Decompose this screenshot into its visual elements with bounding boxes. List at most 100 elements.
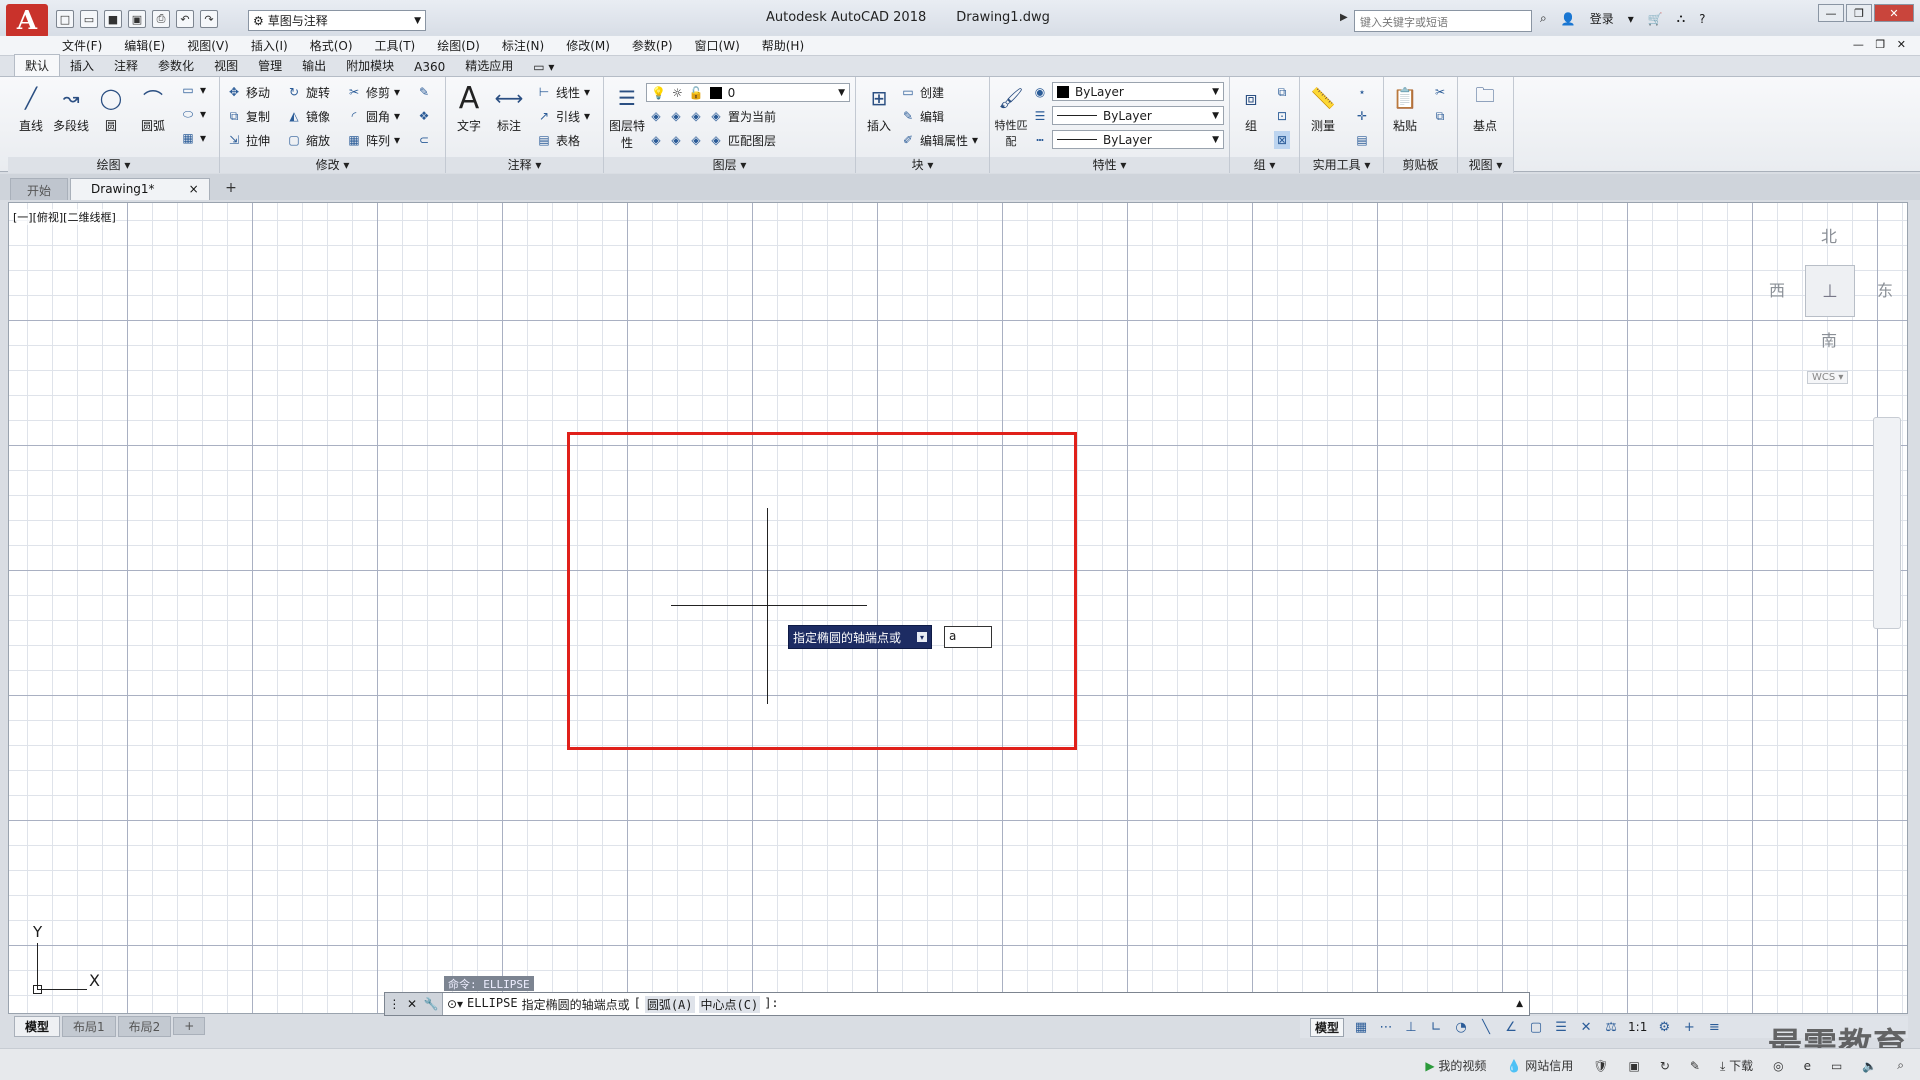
- grip-icon[interactable]: ⋮: [388, 997, 400, 1011]
- menu-window[interactable]: 窗口(W): [695, 37, 740, 54]
- tab-insert[interactable]: 插入: [60, 55, 104, 76]
- rectangle-tool[interactable]: ▭ ▾: [180, 81, 206, 99]
- leader-tool[interactable]: ↗ 引线 ▾: [536, 107, 590, 125]
- undo-icon[interactable]: ↶: [176, 10, 194, 28]
- text-button[interactable]: A 文字: [450, 81, 488, 134]
- group-select-tool[interactable]: ⊠: [1274, 131, 1290, 149]
- option-arc[interactable]: 圆弧(A): [644, 995, 695, 1013]
- match-properties-button[interactable]: 🖌 特性匹配: [992, 81, 1030, 149]
- ortho-icon[interactable]: ∟: [1428, 1019, 1444, 1035]
- panel-utilities-title[interactable]: 实用工具 ▾: [1300, 157, 1383, 173]
- stretch-tool[interactable]: ⇲ 拉伸: [226, 131, 270, 149]
- panel-annotation-title[interactable]: 注释 ▾: [446, 157, 603, 173]
- document-window-controls[interactable]: — ❐ ✕: [1853, 38, 1910, 51]
- color-dropdown[interactable]: ByLayer ▼: [1052, 82, 1224, 101]
- copy-tool[interactable]: ⧉ 复制: [226, 107, 270, 125]
- base-view-button[interactable]: 🗀 基点: [1466, 81, 1504, 134]
- window-icon[interactable]: ▭: [1831, 1059, 1842, 1073]
- a360-icon[interactable]: ⛬: [1677, 11, 1685, 26]
- layer-tools-row-2[interactable]: ◈ ◈ ◈ ◈ 匹配图层: [648, 131, 776, 149]
- command-line[interactable]: ⋮ ✕ 🔧 ⊙▾ ELLIPSE 指定椭圆的轴端点或 [ 圆弧(A) 中心点(C…: [384, 992, 1530, 1016]
- tools-icon[interactable]: ✎: [1690, 1059, 1700, 1073]
- panel-block-title[interactable]: 块 ▾: [856, 157, 989, 173]
- measure-button[interactable]: 📏 测量: [1304, 81, 1342, 134]
- explode-tool[interactable]: ❖: [416, 107, 432, 125]
- tab-default[interactable]: 默认: [14, 54, 61, 76]
- minimize-button[interactable]: —: [1818, 4, 1844, 22]
- tab-output[interactable]: 输出: [292, 55, 336, 76]
- expand-arrow-icon[interactable]: ▶: [1340, 12, 1348, 23]
- cart-icon[interactable]: 🛒: [1648, 12, 1663, 26]
- lineweight-display-icon[interactable]: ☰: [1553, 1019, 1569, 1035]
- layer-dropdown[interactable]: 💡 ☼ 🔓 0 ▼: [646, 83, 850, 102]
- trim-tool[interactable]: ✂ 修剪 ▾: [346, 83, 400, 101]
- binoculars-icon[interactable]: ⌕: [1540, 11, 1547, 26]
- menu-parametric[interactable]: 参数(P): [632, 37, 673, 54]
- menu-dimension[interactable]: 标注(N): [502, 37, 544, 54]
- model-space-toggle[interactable]: 模型: [1310, 1017, 1345, 1037]
- panel-view-title[interactable]: 视图 ▾: [1458, 157, 1513, 173]
- navigation-bar[interactable]: [1873, 417, 1901, 629]
- new-tab-button[interactable]: +: [220, 178, 242, 198]
- scale-tool[interactable]: ▢ 缩放: [286, 131, 330, 149]
- set-current-label[interactable]: 置为当前: [728, 108, 776, 125]
- download-link[interactable]: ⤓ 下载: [1720, 1057, 1753, 1074]
- snap-icon[interactable]: ⋯: [1378, 1019, 1394, 1035]
- tab-model[interactable]: 模型: [14, 1015, 61, 1037]
- chevron-up-icon[interactable]: ▲: [1516, 999, 1523, 1009]
- options-arrow-icon[interactable]: ▾: [917, 632, 928, 642]
- panel-layers-title[interactable]: 图层 ▾: [604, 157, 855, 173]
- menu-format[interactable]: 格式(O): [310, 37, 353, 54]
- cut-tool[interactable]: ✂: [1432, 83, 1448, 101]
- close-icon[interactable]: ✕: [407, 997, 417, 1011]
- arc-button[interactable]: ⌒ 圆弧: [134, 81, 172, 134]
- hatch-tool[interactable]: ▦ ▾: [180, 129, 206, 147]
- wcs-menu[interactable]: WCS ▾: [1807, 371, 1849, 384]
- grid-icon[interactable]: ▦: [1353, 1019, 1369, 1035]
- workspace-select[interactable]: ⚙ 草图与注释 ▼: [248, 10, 426, 31]
- object-snap-icon[interactable]: ▢: [1528, 1019, 1544, 1035]
- tab-layout1[interactable]: 布局1: [62, 1015, 116, 1037]
- lineweight-icon[interactable]: ☰: [1032, 107, 1048, 125]
- isometric-icon[interactable]: ╲: [1478, 1019, 1494, 1035]
- match-layer-label[interactable]: 匹配图层: [728, 132, 776, 149]
- annotation-scale-value[interactable]: 1:1: [1628, 1020, 1647, 1034]
- customize-menu-icon[interactable]: ≡: [1706, 1019, 1722, 1035]
- tab-start[interactable]: 开始: [10, 178, 69, 200]
- linetype-dropdown[interactable]: ByLayer ▼: [1052, 130, 1224, 149]
- video-link[interactable]: ▶ 我的视频: [1425, 1057, 1486, 1074]
- viewcube[interactable]: 北 西 东 南 ⊥ WCS ▾: [1749, 215, 1899, 384]
- copy-clip-tool[interactable]: ⧉: [1432, 107, 1448, 125]
- menu-file[interactable]: 文件(F): [62, 37, 102, 54]
- tab-layout2[interactable]: 布局2: [117, 1015, 172, 1037]
- menu-draw[interactable]: 绘图(D): [437, 37, 480, 54]
- menu-tools[interactable]: 工具(T): [375, 37, 416, 54]
- tab-featured-apps[interactable]: 精选应用: [455, 55, 523, 76]
- viewcube-west[interactable]: 西: [1769, 277, 1785, 301]
- layer-tools-row[interactable]: ◈ ◈ ◈ ◈ 置为当前: [648, 107, 776, 125]
- panel-groups-title[interactable]: 组 ▾: [1230, 157, 1299, 173]
- gear-icon[interactable]: ⚙: [1656, 1019, 1672, 1035]
- id-point-tool[interactable]: ✛: [1354, 107, 1370, 125]
- edit-block-tool[interactable]: ✎ 编辑: [900, 107, 944, 125]
- line-button[interactable]: ╱ 直线: [12, 81, 50, 134]
- maximize-button[interactable]: ❐: [1846, 4, 1872, 22]
- dynamic-input-icon[interactable]: ⊥: [1403, 1019, 1419, 1035]
- panel-draw-title[interactable]: 绘图 ▾: [8, 157, 219, 173]
- quick-select-tool[interactable]: ⋆: [1354, 83, 1370, 101]
- object-snap-tracking-icon[interactable]: ∠: [1503, 1019, 1519, 1035]
- annotation-scale-icon[interactable]: ⚖: [1603, 1019, 1619, 1035]
- add-layout-button[interactable]: +: [173, 1017, 206, 1035]
- menu-help[interactable]: 帮助(H): [762, 37, 804, 54]
- search-icon[interactable]: ⌕: [1897, 1058, 1904, 1073]
- open-file-icon[interactable]: ▭: [80, 10, 98, 28]
- shield-icon[interactable]: 🛡: [1593, 1059, 1608, 1073]
- ribbon-options-icon[interactable]: ▭ ▾: [523, 58, 564, 76]
- site-credit-link[interactable]: 💧 网站信用: [1506, 1057, 1573, 1074]
- polar-icon[interactable]: ◔: [1453, 1019, 1469, 1035]
- edit-attributes-tool[interactable]: ✐ 编辑属性 ▾: [900, 131, 978, 149]
- ie-icon[interactable]: e: [1804, 1059, 1811, 1073]
- viewcube-north[interactable]: 北: [1821, 223, 1837, 247]
- wrench-icon[interactable]: 🔧: [424, 997, 439, 1011]
- viewcube-top-face[interactable]: ⊥: [1805, 265, 1855, 317]
